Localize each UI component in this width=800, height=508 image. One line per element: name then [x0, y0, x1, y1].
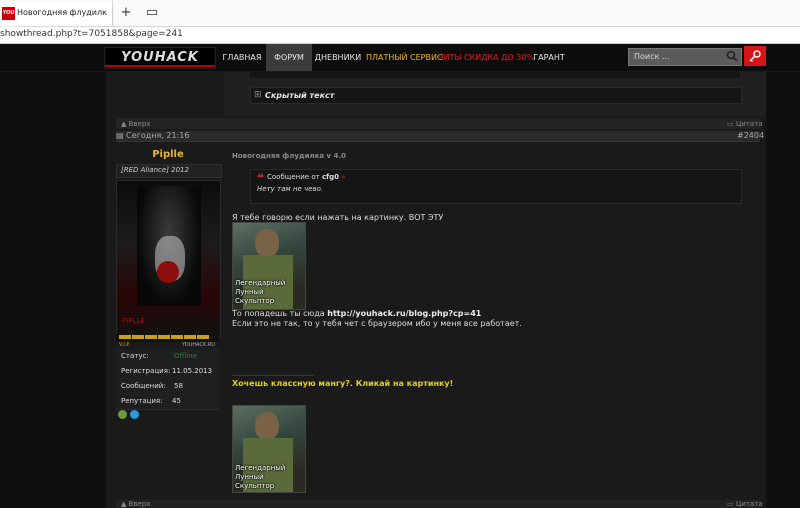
quote-author[interactable]: cfg0 [322, 173, 339, 181]
site-logo[interactable]: YOUHACK [104, 47, 216, 69]
quote-icon: ▭ [727, 120, 736, 128]
logo-text: YOUHACK [121, 50, 199, 65]
stat-label: Репутация: [121, 397, 163, 405]
vip-site: YOUHACK.RU [182, 342, 215, 348]
search-input[interactable]: Поиск ... [628, 48, 742, 66]
user-title: [RED Aliance] 2012 [121, 166, 189, 174]
nav-guarantee[interactable]: ГАРАНТ [530, 44, 568, 71]
avatar-caption: PIPLLE [122, 317, 145, 325]
vip-bar: V.I.P. YOUHACK.RU [116, 342, 219, 348]
post-line-1: Я тебе говорю если нажать на картинку. В… [232, 213, 444, 222]
document-icon: ▤ [116, 131, 127, 140]
quote-prefix: Сообщение от [267, 173, 320, 181]
right-gutter [766, 72, 800, 508]
quote-mark-icon: ❝ [257, 171, 265, 185]
post-date-text: Сегодня, 21:16 [126, 131, 190, 140]
address-bar[interactable]: showthread.php?t=7051858&page=241 [0, 27, 800, 44]
stat-status: Статус: Offline [116, 349, 220, 365]
rep-segment [197, 335, 209, 339]
post-footer [116, 500, 760, 508]
stat-reputation: Репутация: 45 [116, 394, 220, 410]
online-status: Offline [174, 352, 197, 360]
user-title-box: [RED Aliance] 2012 [116, 164, 222, 178]
skype-icon[interactable] [130, 410, 139, 419]
spoiler-box[interactable]: ⊞ Скрытый текст [250, 87, 742, 104]
quote-label: Цитата [735, 120, 763, 128]
rep-segment [184, 335, 196, 339]
post-line-2-prefix: То попадешь ты сюда [232, 309, 325, 318]
new-tab-button[interactable]: + [117, 4, 135, 22]
post-quote-button[interactable]: ▭ Цитата [727, 500, 763, 508]
user-avatar[interactable]: PIPLLE [116, 180, 221, 337]
post-title: Новогодняя флудилка v 4.0 [232, 152, 346, 160]
signature-promo[interactable]: Хочешь классную мангу?. Кликай на картин… [232, 379, 453, 388]
previous-post-quote-button[interactable]: ▭ Цитата [727, 120, 763, 128]
expand-plus-icon[interactable]: ⊞ [254, 90, 262, 100]
icq-icon[interactable] [118, 410, 127, 419]
site-favicon-icon: YOU HACK [2, 7, 18, 29]
nav-home[interactable]: ГЛАВНАЯ [222, 44, 262, 71]
quote-header: Сообщение от cfg0 » [267, 173, 346, 181]
quote-text: Нету там не чево. [257, 185, 324, 193]
post-date: ▤ Сегодня, 21:16 [116, 131, 189, 140]
nav-diaries[interactable]: ДНЕВНИКИ [314, 44, 362, 71]
rep-segment [145, 335, 157, 339]
previous-post-quote [250, 72, 740, 78]
image-figure-head [255, 229, 279, 257]
key-icon [749, 50, 761, 62]
blog-link[interactable]: http://youhack.ru/blog.php?cp=41 [327, 309, 481, 318]
quote-icon: ▭ [727, 500, 736, 508]
image-caption: Легендарный Лунный Скульптор [235, 464, 286, 490]
stat-label: Регистрация: [121, 367, 171, 375]
vip-label: V.I.P. [119, 342, 131, 348]
left-gutter [0, 72, 106, 508]
stat-value: 11.05.2013 [172, 367, 213, 375]
nav-cheats-sale[interactable]: ЧИТЫ СКИДКА ДО 30% [438, 44, 534, 71]
tab-title: Новогодняя флудилка v 4.0 [17, 8, 107, 17]
avatar-blood [157, 261, 179, 283]
spoiler-label: Скрытый текст [265, 91, 335, 100]
post-line-2: То попадешь ты сюда http://youhack.ru/bl… [232, 309, 481, 318]
rep-segment [119, 335, 131, 339]
stat-value: 45 [172, 397, 181, 405]
rep-segment [158, 335, 170, 339]
stat-label: Статус: [121, 352, 149, 360]
quote-label: Цитата [735, 500, 763, 508]
logo-stripe [105, 65, 215, 67]
search-icon[interactable] [726, 50, 738, 65]
stat-registration: Регистрация: 11.05.2013 [116, 364, 220, 380]
post-number[interactable]: #2404 [737, 131, 764, 140]
rep-segment [132, 335, 144, 339]
signature-divider [232, 375, 314, 376]
view-post-icon[interactable]: » [341, 173, 345, 181]
image-caption: Легендарный Лунный Скульптор [235, 279, 286, 305]
post-image-link[interactable]: Легендарный Лунный Скульптор [232, 222, 306, 310]
login-key-button[interactable] [744, 46, 766, 66]
rep-segment [171, 335, 183, 339]
stat-label: Сообщений: [121, 382, 166, 390]
stat-messages: Сообщений: 58 [116, 379, 220, 395]
post-author-name[interactable]: Piplle [116, 149, 220, 160]
nav-paid-service[interactable]: ПЛАТНЫЙ СЕРВИС [366, 44, 443, 71]
image-figure-head [255, 412, 279, 440]
stat-value: 58 [174, 382, 183, 390]
window-menu-icon[interactable]: ▭ [143, 4, 161, 22]
previous-post-footer [116, 118, 760, 129]
search-placeholder: Поиск ... [634, 52, 670, 61]
signature-image-link[interactable]: Легендарный Лунный Скульптор [232, 405, 306, 493]
previous-post-top-link[interactable]: ▲ Вверх [121, 120, 150, 128]
post-top-link[interactable]: ▲ Вверх [121, 500, 150, 508]
post-line-3: Если это не так, то у тебя чет с браузер… [232, 319, 522, 328]
nav-forum[interactable]: ФОРУМ [266, 44, 312, 71]
browser-tab[interactable]: YOU HACK Новогодняя флудилка v 4.0 [0, 1, 113, 29]
post-date-bar [116, 131, 760, 142]
url-text: showthread.php?t=7051858&page=241 [0, 29, 183, 39]
quote-box: ❝ Сообщение от cfg0 » Нету там не чево. [250, 169, 742, 204]
